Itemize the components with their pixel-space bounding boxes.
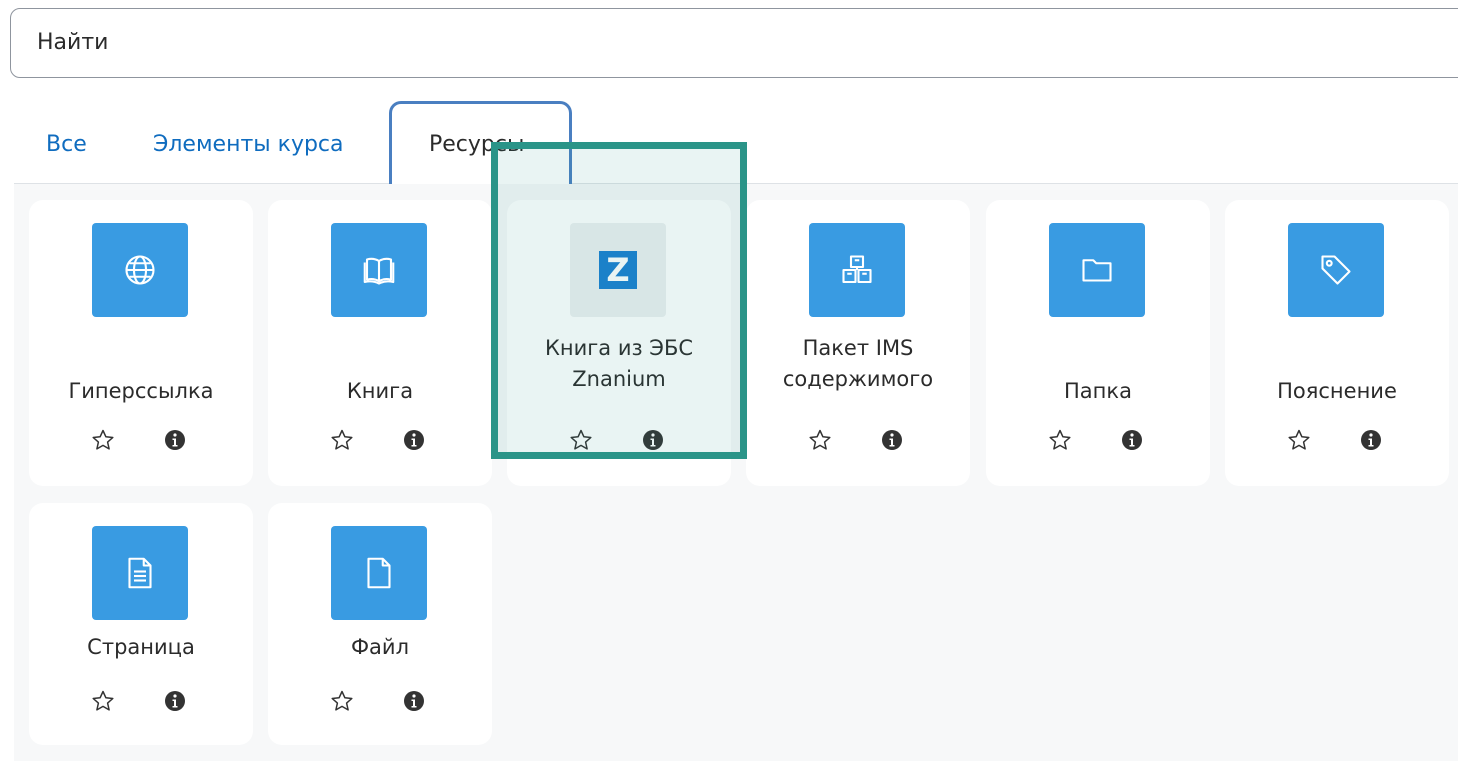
resource-name-line1: Книга из ЭБС (544, 336, 694, 360)
package-icon (809, 223, 905, 317)
star-icon[interactable] (91, 428, 115, 452)
star-icon[interactable] (330, 689, 354, 713)
book-icon (331, 223, 427, 317)
folder-icon (1049, 223, 1145, 317)
info-icon[interactable] (880, 428, 904, 452)
tab-all[interactable]: Все (46, 132, 87, 157)
star-icon[interactable] (1048, 428, 1072, 452)
activity-chooser: Все Элементы курса Ресурсы Гиперссылка (0, 0, 1458, 761)
resource-card-imscp[interactable]: Пакет IMS содержимого (746, 200, 970, 486)
resource-name: Страница (87, 635, 195, 659)
star-icon[interactable] (1287, 428, 1311, 452)
resource-card-folder[interactable]: Папка (986, 200, 1210, 486)
resource-name-line2: Znanium (572, 367, 666, 391)
star-icon[interactable] (569, 428, 593, 452)
star-icon[interactable] (808, 428, 832, 452)
znanium-icon: Z (570, 223, 666, 317)
star-icon[interactable] (91, 689, 115, 713)
resource-card-book[interactable]: Книга (268, 200, 492, 486)
resource-name: Файл (350, 635, 410, 659)
resource-card-page[interactable]: Страница (29, 503, 253, 745)
resource-card-znanium[interactable]: Z Книга из ЭБС Znanium (507, 200, 731, 486)
resource-card-file[interactable]: Файл (268, 503, 492, 745)
resource-name: Пакет IMS содержимого (746, 333, 970, 395)
info-icon[interactable] (1359, 428, 1383, 452)
page-icon (92, 526, 188, 620)
info-icon[interactable] (402, 428, 426, 452)
search-input[interactable] (11, 9, 1337, 75)
resource-name: Книга из ЭБС Znanium (507, 333, 731, 395)
search-box (10, 8, 1458, 78)
globe-icon (92, 223, 188, 317)
info-icon[interactable] (641, 428, 665, 452)
info-icon[interactable] (1120, 428, 1144, 452)
znanium-logo: Z (599, 251, 637, 289)
info-icon[interactable] (163, 428, 187, 452)
resource-name: Книга (346, 379, 414, 403)
tab-activities[interactable]: Элементы курса (153, 132, 344, 157)
resource-name: Пояснение (1277, 379, 1397, 403)
file-icon (331, 526, 427, 620)
resource-name: Гиперссылка (68, 379, 214, 403)
info-icon[interactable] (402, 689, 426, 713)
resource-name-line1: Пакет IMS (802, 336, 914, 360)
tab-resources[interactable]: Ресурсы (429, 132, 524, 157)
star-icon[interactable] (330, 428, 354, 452)
resource-name-line2: содержимого (782, 367, 934, 391)
resource-card-label[interactable]: Пояснение (1225, 200, 1449, 486)
info-icon[interactable] (163, 689, 187, 713)
resource-name: Папка (1064, 379, 1132, 403)
tag-icon (1288, 223, 1384, 317)
resource-card-url[interactable]: Гиперссылка (29, 200, 253, 486)
